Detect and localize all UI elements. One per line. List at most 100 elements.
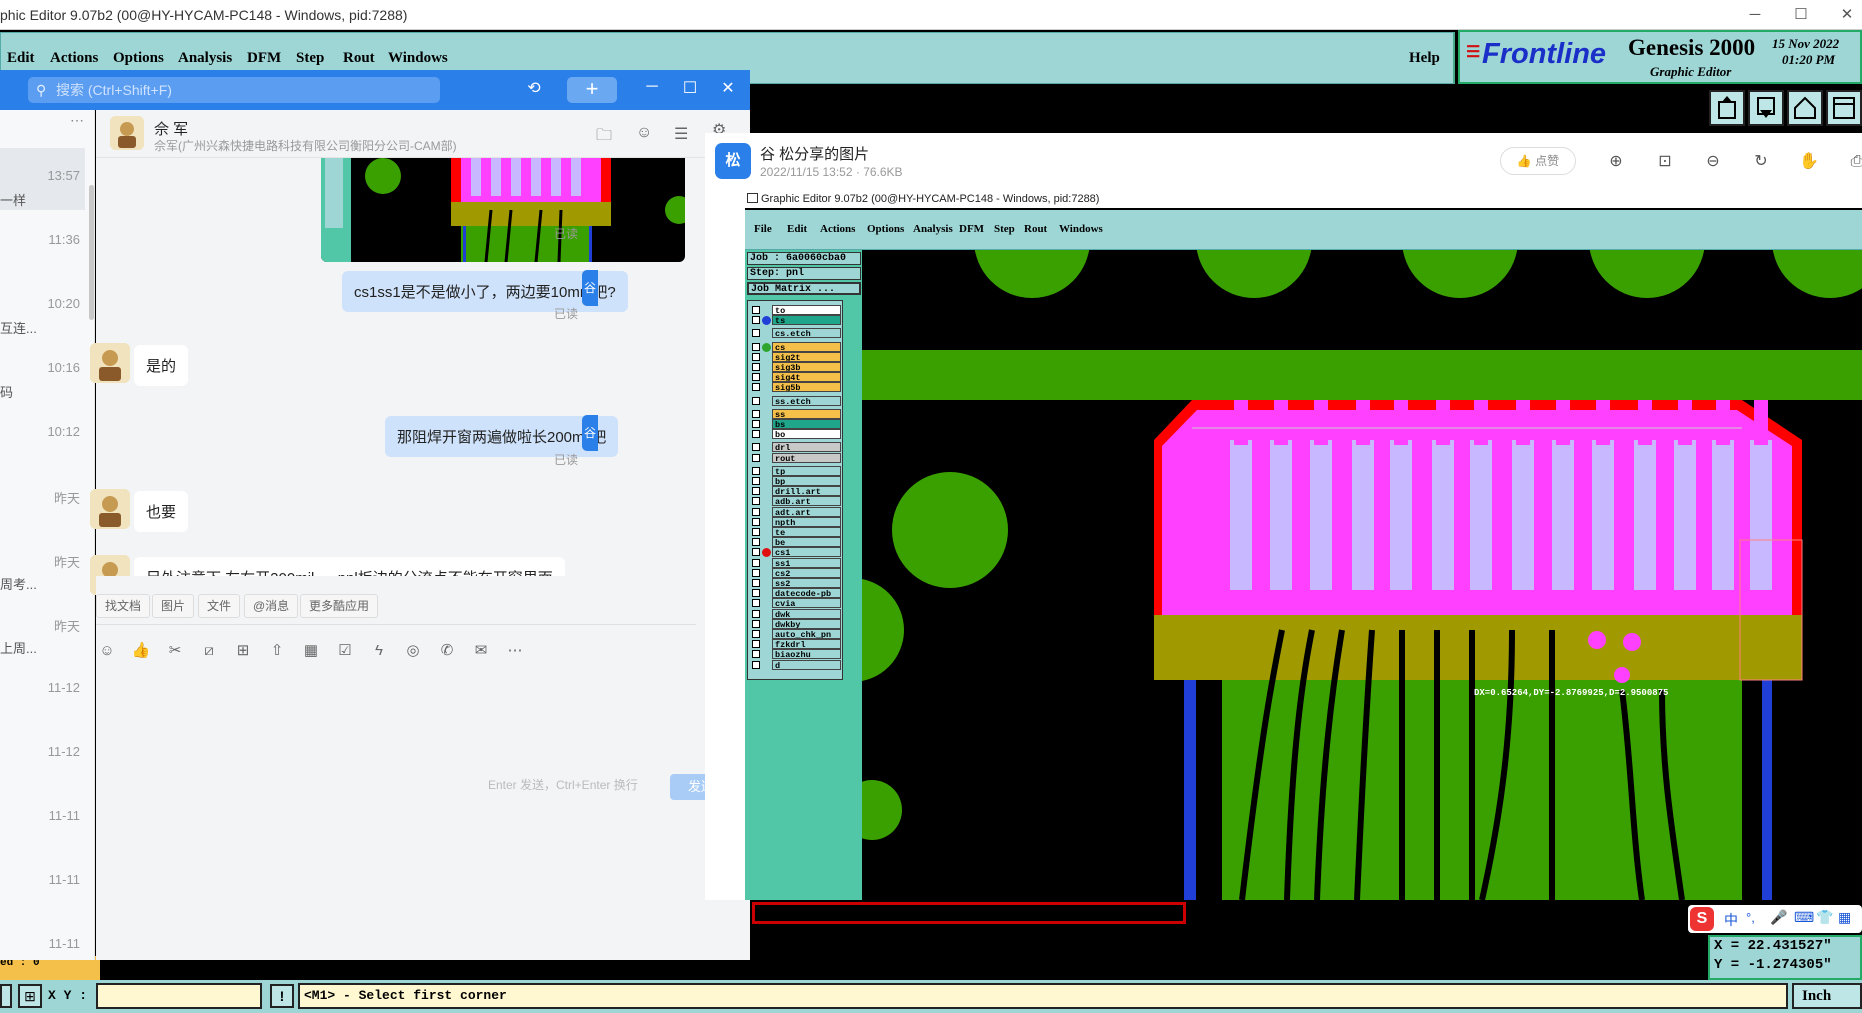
shared-image-thumbnail[interactable] xyxy=(321,158,685,262)
my-avatar[interactable]: 谷 xyxy=(582,415,598,451)
tool-chip-file[interactable]: 文件 xyxy=(198,594,241,618)
ime-language[interactable]: 中 xyxy=(1724,910,1738,930)
zoom-in-icon[interactable]: ⊕ xyxy=(1605,151,1627,173)
minimize-button[interactable]: ─ xyxy=(1744,4,1766,26)
layer-checkbox xyxy=(752,466,760,475)
keyboard-icon[interactable]: ⌨ xyxy=(1794,909,1814,926)
list-scrollbar[interactable] xyxy=(89,185,94,320)
menu-help[interactable]: Help xyxy=(1409,50,1440,67)
mail-icon[interactable]: ✉ xyxy=(470,640,492,662)
panel-button[interactable] xyxy=(1826,90,1862,126)
tool-chip-docs[interactable]: 找文档 xyxy=(96,594,151,618)
conversation-preview[interactable]: 上周... xyxy=(0,638,37,657)
lightning-icon[interactable]: ϟ xyxy=(368,640,390,662)
message-bubble-left[interactable]: 是的 xyxy=(134,345,189,386)
scissors-icon[interactable]: ✂ xyxy=(164,640,186,662)
search-input[interactable]: ⚲ 搜索 (Ctrl+Shift+F) xyxy=(28,77,440,103)
layer-name: auto_chk_pn xyxy=(772,629,841,639)
close-button[interactable]: ✕ xyxy=(716,78,740,98)
units-selector[interactable]: Inch xyxy=(1792,983,1862,1009)
note-icon[interactable]: ⊞ xyxy=(232,640,254,662)
ime-toolbar[interactable]: S 中 °, 🎤 ⌨ 👕 ▦ xyxy=(1688,905,1862,933)
conversation-preview[interactable]: 一样 xyxy=(0,190,26,209)
read-receipt: 已读 xyxy=(554,453,579,467)
emoji-icon[interactable]: ☺ xyxy=(96,640,118,662)
conversation-preview[interactable]: 码 xyxy=(0,382,13,401)
tool-chip-image[interactable]: 图片 xyxy=(152,594,195,618)
grid-icon[interactable]: ▦ xyxy=(1838,909,1851,926)
voice-icon[interactable]: ◎ xyxy=(402,640,424,662)
tool-chip-mention[interactable]: @消息 xyxy=(244,594,299,618)
alert-icon[interactable]: ! xyxy=(270,984,294,1008)
contact-avatar[interactable] xyxy=(110,116,144,150)
close-button[interactable]: ✕ xyxy=(1836,4,1858,26)
punctuation-icon[interactable]: °, xyxy=(1746,910,1755,925)
home-button[interactable] xyxy=(1787,90,1823,126)
my-avatar[interactable]: 谷 xyxy=(582,270,598,306)
y-coordinate: Y = -1.274305" xyxy=(1714,957,1832,973)
conversation-time: 13:57 xyxy=(47,168,80,183)
read-receipt: 已读 xyxy=(554,307,579,321)
folder-icon[interactable]: 🗀 xyxy=(596,124,612,151)
conversation-preview[interactable]: 周考... xyxy=(0,574,37,593)
search-history-icon[interactable]: ☰ xyxy=(674,124,688,144)
pcb-graphic: DX=0.65264,DY=-2.8769925,D=2.9500875 xyxy=(862,250,1862,900)
menu-options[interactable]: Options xyxy=(113,50,164,67)
upload-icon[interactable]: ⇧ xyxy=(266,640,288,662)
new-button[interactable]: + xyxy=(567,77,617,103)
grid-icon[interactable]: ⊞ xyxy=(18,984,42,1008)
like-button[interactable]: 👍 点赞 xyxy=(1500,147,1576,175)
maximize-button[interactable]: ☐ xyxy=(1790,4,1812,26)
more-icon[interactable]: ⋯ xyxy=(70,112,84,129)
contact-avatar[interactable] xyxy=(90,343,130,383)
menu-step[interactable]: Step xyxy=(296,50,324,67)
message-input[interactable] xyxy=(96,668,696,838)
finger-tab xyxy=(1436,400,1450,445)
read-receipt: 已读 xyxy=(554,227,579,241)
skin-icon[interactable]: 👕 xyxy=(1816,909,1833,926)
layer-list: to ts cs.etch cs sig2t sig3b sig4t sig5b ss.etch… xyxy=(747,300,843,680)
microphone-icon[interactable]: 🎤 xyxy=(1770,909,1787,926)
layer-checkbox xyxy=(752,329,760,338)
menu-dfm[interactable]: DFM xyxy=(247,50,281,67)
more-icon[interactable]: ⋯ xyxy=(504,640,526,662)
app-icon xyxy=(747,193,758,203)
history-icon[interactable]: ⟲ xyxy=(522,78,546,98)
conversation-preview[interactable]: 互连... xyxy=(0,318,37,337)
tool-chip-apps[interactable]: 更多酷应用 xyxy=(300,594,379,618)
shared-screenshot[interactable]: Graphic Editor 9.07b2 (00@HY-HYCAM-PC148… xyxy=(745,190,1862,900)
contact-avatar[interactable] xyxy=(90,489,130,529)
thumbs-up-icon[interactable]: 👍 xyxy=(130,640,152,662)
calendar-icon[interactable]: ▦ xyxy=(300,640,322,662)
minimize-button[interactable]: ─ xyxy=(640,78,664,96)
layer-checkbox xyxy=(752,477,760,485)
save-button[interactable] xyxy=(1748,90,1784,126)
phone-icon[interactable]: ✆ xyxy=(436,640,458,662)
maximize-button[interactable]: ☐ xyxy=(678,78,702,98)
snap-button[interactable] xyxy=(0,984,12,1008)
finger-tab xyxy=(1754,400,1768,445)
finger-tab xyxy=(1716,400,1730,445)
print-icon[interactable]: ⎙ xyxy=(1846,151,1862,173)
message-bubble-left[interactable]: 也要 xyxy=(134,491,189,532)
add-user-icon[interactable]: ☺ xyxy=(636,124,652,142)
slash-icon[interactable]: ⧄ xyxy=(198,640,220,662)
xy-input[interactable] xyxy=(96,983,262,1009)
open-button[interactable] xyxy=(1709,90,1745,126)
hand-icon[interactable]: ✋ xyxy=(1798,151,1820,173)
menu-rout[interactable]: Rout xyxy=(343,50,375,67)
zoom-out-icon[interactable]: ⊖ xyxy=(1702,151,1724,173)
menu-actions[interactable]: Actions xyxy=(50,50,98,67)
inner-menu-item: Actions xyxy=(820,223,856,235)
layer-checkbox xyxy=(752,443,760,452)
actual-size-icon[interactable]: ⊡ xyxy=(1654,151,1676,173)
gold-finger xyxy=(1470,440,1492,590)
menu-analysis[interactable]: Analysis xyxy=(178,50,232,67)
gold-finger xyxy=(1310,440,1332,590)
menu-edit[interactable]: Edit xyxy=(7,50,35,67)
menu-windows[interactable]: Windows xyxy=(388,50,448,67)
layer-checkbox xyxy=(752,420,760,428)
task-icon[interactable]: ☑ xyxy=(334,640,356,662)
rotate-icon[interactable]: ↻ xyxy=(1750,151,1772,173)
viewer-header: 松 谷 松分享的图片 2022/11/15 13:52 · 76.6KB 👍 点… xyxy=(705,133,1862,190)
